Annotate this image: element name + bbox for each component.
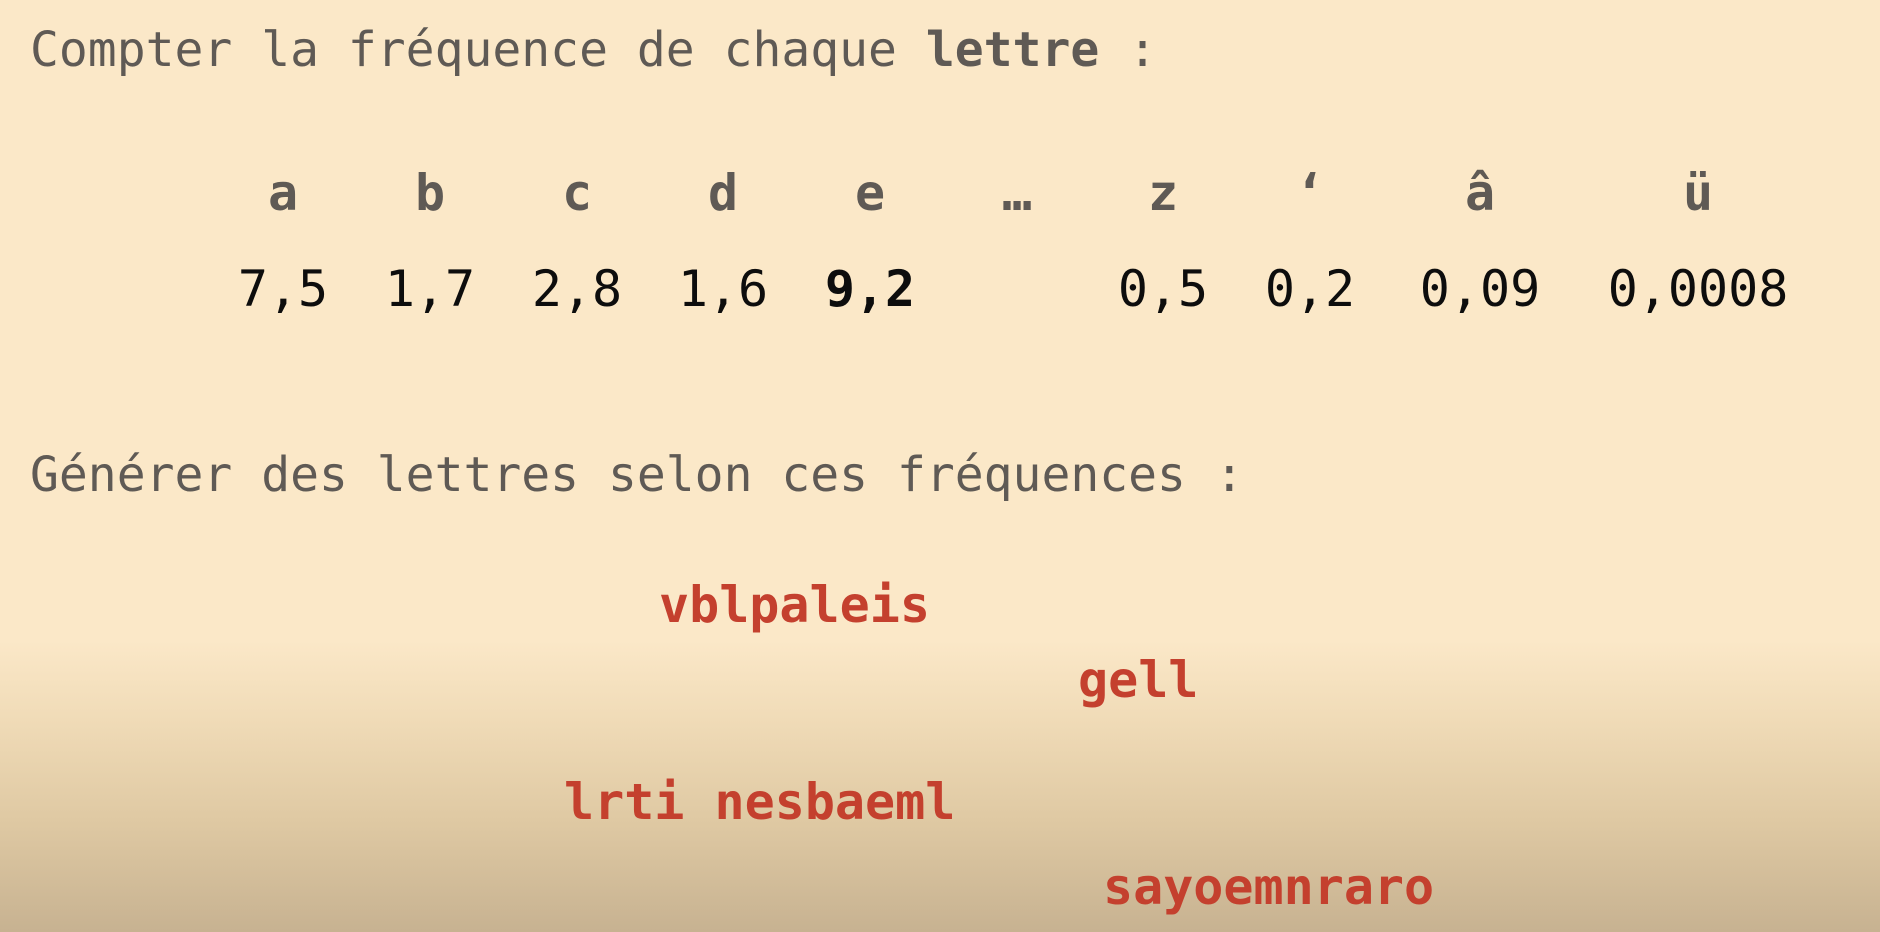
generated-word: lrti nesbaeml (564, 773, 956, 831)
letter-cell: ʻ (1294, 164, 1326, 222)
letter-cell: â (1464, 164, 1496, 222)
section-heading-generate: Générer des lettres selon ces fréquences… (30, 447, 1244, 503)
frequency-value: 0,2 (1264, 260, 1356, 318)
letter-cell: a (267, 164, 299, 222)
letter-cell: e (854, 164, 886, 222)
letter-cell: c (561, 164, 593, 222)
generated-word: sayoemnraro (1103, 858, 1435, 916)
letter-cell: z (1147, 164, 1179, 222)
frequency-value: 7,5 (237, 260, 329, 318)
frequency-value: 1,7 (384, 260, 476, 318)
frequency-value: 1,6 (677, 260, 769, 318)
letter-cell: d (707, 164, 739, 222)
generated-word: gell (1078, 651, 1199, 709)
frequency-table: a b c d e … z ʻ â ü 7,5 1,7 2,8 1,6 9,2 … (0, 0, 1880, 340)
frequency-value: 0,5 (1117, 260, 1209, 318)
letter-cell: ü (1682, 164, 1714, 222)
frequency-value: 0,09 (1419, 260, 1541, 318)
letter-cell: b (414, 164, 446, 222)
ellipsis-cell: … (1001, 164, 1033, 222)
frequency-value: 0,0008 (1607, 260, 1789, 318)
frequency-value: 2,8 (531, 260, 623, 318)
generated-word: vblpaleis (659, 576, 930, 634)
frequency-value-highlighted: 9,2 (824, 260, 916, 318)
